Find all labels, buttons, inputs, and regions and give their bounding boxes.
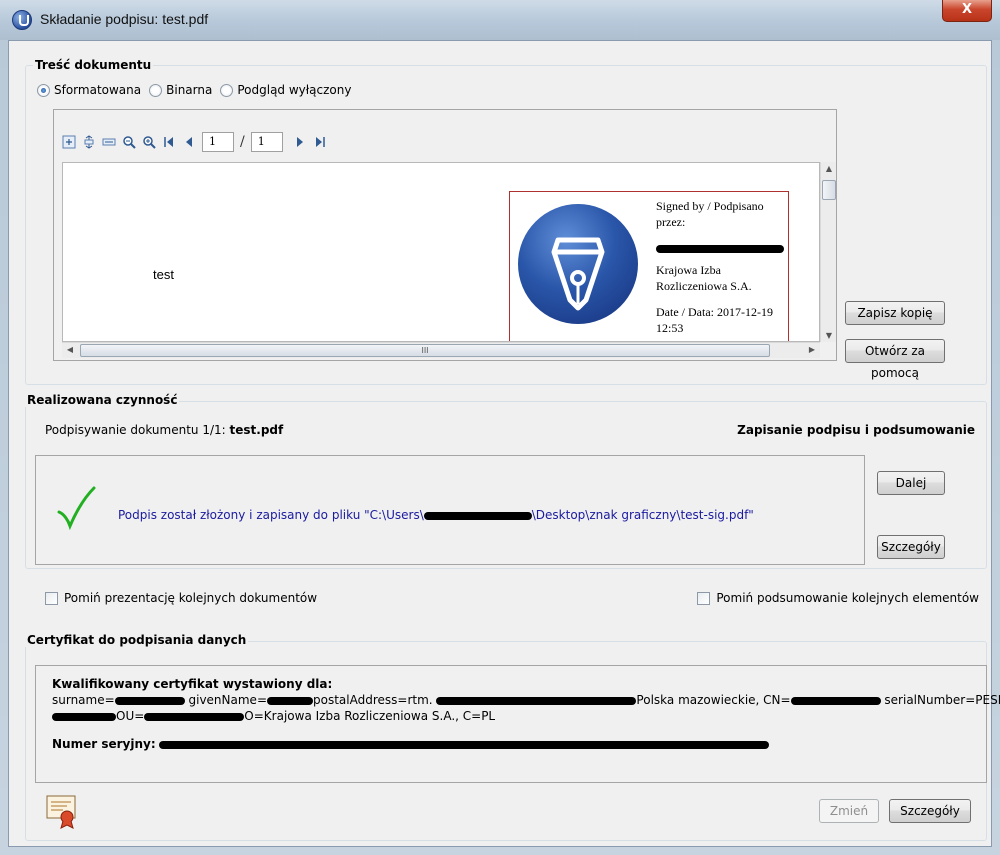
dialog-window: Składanie podpisu: test.pdf X Treść doku… [0, 0, 1000, 855]
current-action-title: Realizowana czynność [25, 393, 180, 407]
total-pages-field: 1 [250, 132, 283, 152]
username-redacted [423, 511, 532, 520]
certificate-subject-line1: surname= givenName= postalAddress=rtm. Po… [52, 692, 1000, 708]
radio-formatted[interactable]: Sformatowana [37, 83, 141, 97]
skip-summary-checkbox[interactable] [697, 591, 711, 605]
surname-key: surname= [52, 693, 115, 707]
cn-redacted [790, 696, 881, 705]
organization-value: O=Krajowa Izba Rozliczeniowa S.A., C=PL [244, 709, 496, 723]
fit-page-icon[interactable] [62, 135, 76, 149]
radio-label: Podgląd wyłączony [237, 83, 352, 97]
given-name-redacted [267, 696, 313, 705]
vertical-scroll-thumb[interactable] [822, 180, 836, 200]
pdf-viewer: 1 / 1 test Signed by / Podpisano przez: … [53, 109, 837, 361]
certificate-title: Certyfikat do podpisania danych [25, 633, 249, 647]
radio-dot[interactable] [37, 83, 50, 97]
zoom-out-icon[interactable] [122, 135, 136, 149]
skip-documents-checkbox[interactable] [45, 591, 58, 605]
scroll-right-icon[interactable]: ▶ [804, 345, 820, 354]
document-canvas: test Signed by / Podpisano przez: Krajow… [62, 162, 820, 342]
title-bar[interactable]: Składanie podpisu: test.pdf X [0, 0, 1000, 40]
window-title: Składanie podpisu: test.pdf [40, 11, 209, 27]
certificate-info-panel: Kwalifikowany certyfikat wystawiony dla:… [35, 665, 1000, 783]
open-with-button[interactable]: Otwórz za pomocą [845, 339, 945, 380]
signature-stamp: Signed by / Podpisano przez: Krajowa Izb… [509, 191, 790, 341]
last-page-icon[interactable] [313, 135, 327, 149]
skip-documents-label: Pomiń prezentację kolejnych dokumentów [64, 591, 318, 605]
scroll-left-icon[interactable]: ◀ [62, 345, 78, 354]
pesel-redacted [52, 712, 116, 721]
vertical-scrollbar[interactable]: ▲ ▼ [820, 162, 836, 342]
radio-dot[interactable] [220, 83, 234, 97]
cn-key: Polska mazowieckie, CN= [636, 693, 791, 707]
stage-label: Zapisanie podpisu i podsumowanie [737, 423, 975, 437]
postal-address-key: postalAddress=rtm. [313, 693, 433, 707]
address-redacted [436, 696, 637, 705]
given-name-key: givenName= [188, 693, 268, 707]
signed-by-label: Signed by / Podpisano przez: [656, 199, 764, 229]
serial-number-key: serialNumber=PESEL: [884, 693, 1000, 707]
save-copy-button[interactable]: Zapisz kopię [845, 301, 945, 325]
fit-width-icon[interactable] [102, 135, 116, 149]
horizontal-scroll-thumb[interactable]: III [80, 344, 770, 357]
scroll-up-icon[interactable]: ▲ [821, 164, 837, 173]
document-text: test [153, 267, 174, 282]
document-content-title: Treść dokumentu [33, 58, 154, 72]
result-details-button[interactable]: Szczegóły [877, 535, 945, 559]
radio-label: Binarna [166, 83, 213, 97]
success-check-icon [57, 486, 96, 530]
certificate-subject-line2: OU= O=Krajowa Izba Rozliczeniowa S.A., C=… [52, 708, 970, 724]
viewer-toolbar: 1 / 1 [62, 130, 327, 154]
surname-redacted [114, 696, 185, 705]
serial-number-label: Numer seryjny: [52, 737, 156, 751]
next-button[interactable]: Dalej [877, 471, 945, 495]
result-message-suffix: \Desktop\znak graficzny\test-sig.pdf" [531, 508, 754, 522]
pen-nib-logo [518, 204, 638, 324]
radio-label: Sformatowana [54, 83, 142, 97]
certificate-icon[interactable] [45, 793, 79, 829]
skip-summary-label: Pomiń podsumowanie kolejnych elementów [716, 591, 979, 605]
progress-prefix: Podpisywanie dokumentu 1/1: [45, 423, 230, 437]
view-mode-radios: Sformatowana Binarna Podgląd wyłączony [37, 83, 351, 97]
zoom-in-icon[interactable] [142, 135, 156, 149]
result-message: Podpis został złożony i zapisany do plik… [118, 508, 754, 522]
skip-documents-option[interactable]: Pomiń prezentację kolejnych dokumentów [45, 591, 317, 605]
serial-number-redacted [159, 740, 770, 749]
radio-dot[interactable] [149, 83, 163, 97]
app-shield-icon [12, 10, 32, 30]
close-button[interactable]: X [942, 0, 992, 22]
change-certificate-button[interactable]: Zmień [819, 799, 879, 823]
radio-preview-off[interactable]: Podgląd wyłączony [220, 83, 351, 97]
result-panel: Podpis został złożony i zapisany do plik… [35, 455, 865, 565]
skip-summary-option[interactable]: Pomiń podsumowanie kolejnych elementów [697, 591, 979, 605]
signer-name-redacted [656, 240, 790, 256]
certificate-details-button[interactable]: Szczegóły [889, 799, 971, 823]
radio-binary[interactable]: Binarna [149, 83, 212, 97]
horizontal-scrollbar[interactable]: ◀ III ▶ [62, 342, 820, 358]
ou-key: OU= [116, 709, 145, 723]
scroll-down-icon[interactable]: ▼ [821, 331, 837, 340]
serial-number-row: Numer seryjny: [52, 736, 970, 752]
next-page-icon[interactable] [293, 135, 307, 149]
fit-height-icon[interactable] [82, 135, 96, 149]
pen-nib-icon [551, 237, 605, 311]
signature-date: Date / Data: 2017-12-19 12:53 [656, 305, 773, 335]
signing-progress: Podpisywanie dokumentu 1/1: test.pdf [45, 423, 283, 437]
current-page-input[interactable]: 1 [202, 132, 234, 152]
signer-organization: Krajowa Izba Rozliczeniowa S.A. [656, 263, 752, 293]
progress-file: test.pdf [229, 423, 284, 437]
dialog-client: Treść dokumentu Sformatowana Binarna Pod… [8, 40, 1000, 847]
signature-text: Signed by / Podpisano przez: Krajowa Izb… [656, 198, 790, 336]
result-message-prefix: Podpis został złożony i zapisany do plik… [118, 508, 424, 522]
prev-page-icon[interactable] [182, 135, 196, 149]
page-separator: / [240, 134, 245, 150]
first-page-icon[interactable] [162, 135, 176, 149]
ou-redacted [144, 712, 245, 721]
certificate-heading: Kwalifikowany certyfikat wystawiony dla: [52, 677, 333, 691]
